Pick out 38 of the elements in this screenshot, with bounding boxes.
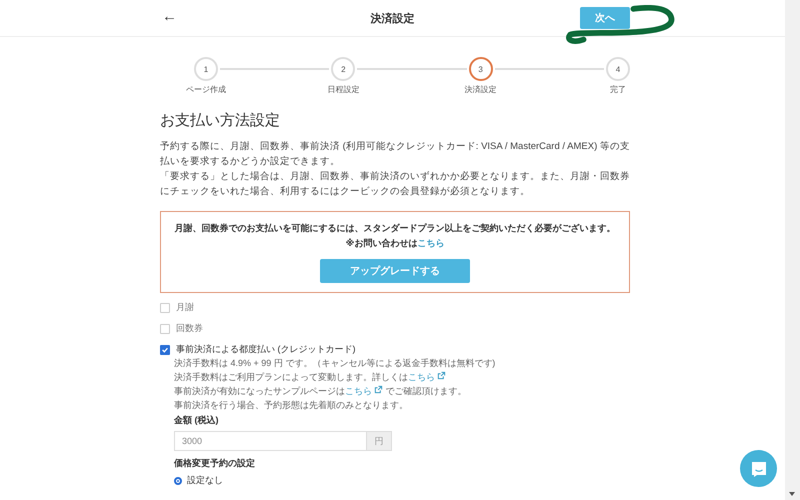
- step-label: 日程設定: [327, 84, 360, 95]
- back-arrow[interactable]: ←: [162, 8, 177, 25]
- detail-text: 決済手数料はご利用プランによって変動します。詳しくはこちら: [174, 370, 630, 384]
- details-link[interactable]: こちら: [408, 372, 446, 382]
- radio-button[interactable]: [174, 476, 182, 484]
- details-link[interactable]: こちら: [345, 386, 383, 396]
- detail-text: 決済手数料は 4.9% + 99 円 です。（キャンセル等による返金手数料は無料です): [174, 357, 496, 370]
- description-text: 予約する際に、月謝、回数券、事前決済 (利用可能なクレジットカード: VISA / MasterCard / AMEX) 等の支払いを要求するかどうか設定できます。: [160, 140, 630, 169]
- step-number: 3: [468, 57, 493, 81]
- price-field[interactable]: 3000: [174, 431, 366, 451]
- upgrade-button[interactable]: アップグレードする: [320, 259, 470, 283]
- option-label: 回数券: [176, 322, 203, 335]
- step-label: 決済設定: [464, 84, 497, 95]
- scrollbar[interactable]: [785, 0, 800, 500]
- section-title: お支払い方法設定: [160, 111, 281, 130]
- option-label: 月謝: [176, 301, 194, 314]
- step-number: 1: [194, 57, 218, 81]
- next-button[interactable]: 次へ: [580, 7, 630, 29]
- currency-unit: 円: [366, 431, 392, 451]
- step-label: 完了: [610, 84, 626, 95]
- chat-button[interactable]: [740, 450, 777, 487]
- step-number: 2: [331, 57, 356, 81]
- page-title: 決済設定: [370, 12, 414, 26]
- scroll-down-icon[interactable]: [789, 492, 795, 496]
- external-link-icon: [374, 385, 383, 394]
- description-text: 「要求する」とした場合は、月謝、回数券、事前決済のいずれかか必要となります。また、月謝・回数券にチェックをいれた場合、利用するにはクービックの会員登録が必須となります。: [160, 170, 630, 199]
- external-link-icon: [437, 371, 446, 380]
- step-number: 4: [606, 57, 630, 81]
- price-change-label: 価格変更予約の設定: [174, 457, 256, 470]
- detail-text: 事前決済が有効になったサンプルページはこちら でご確認頂けます。: [174, 384, 468, 398]
- contact-link[interactable]: こちら: [417, 238, 444, 248]
- step-label: ページ作成: [186, 84, 226, 95]
- option-label: 事前決済による都度払い (クレジットカード): [176, 343, 356, 356]
- radio-label: 設定なし: [187, 474, 223, 487]
- notice-text: 月謝、回数券でのお支払いを可能にするには、スタンダードプラン以上をご契約いただく必要がございます。※お問い合わせはこちら: [174, 222, 616, 250]
- price-label: 金額 (税込): [174, 414, 220, 427]
- detail-text: 事前決済を行う場合、予約形態は先着順のみとなります。: [174, 399, 409, 412]
- checkbox[interactable]: [160, 344, 170, 354]
